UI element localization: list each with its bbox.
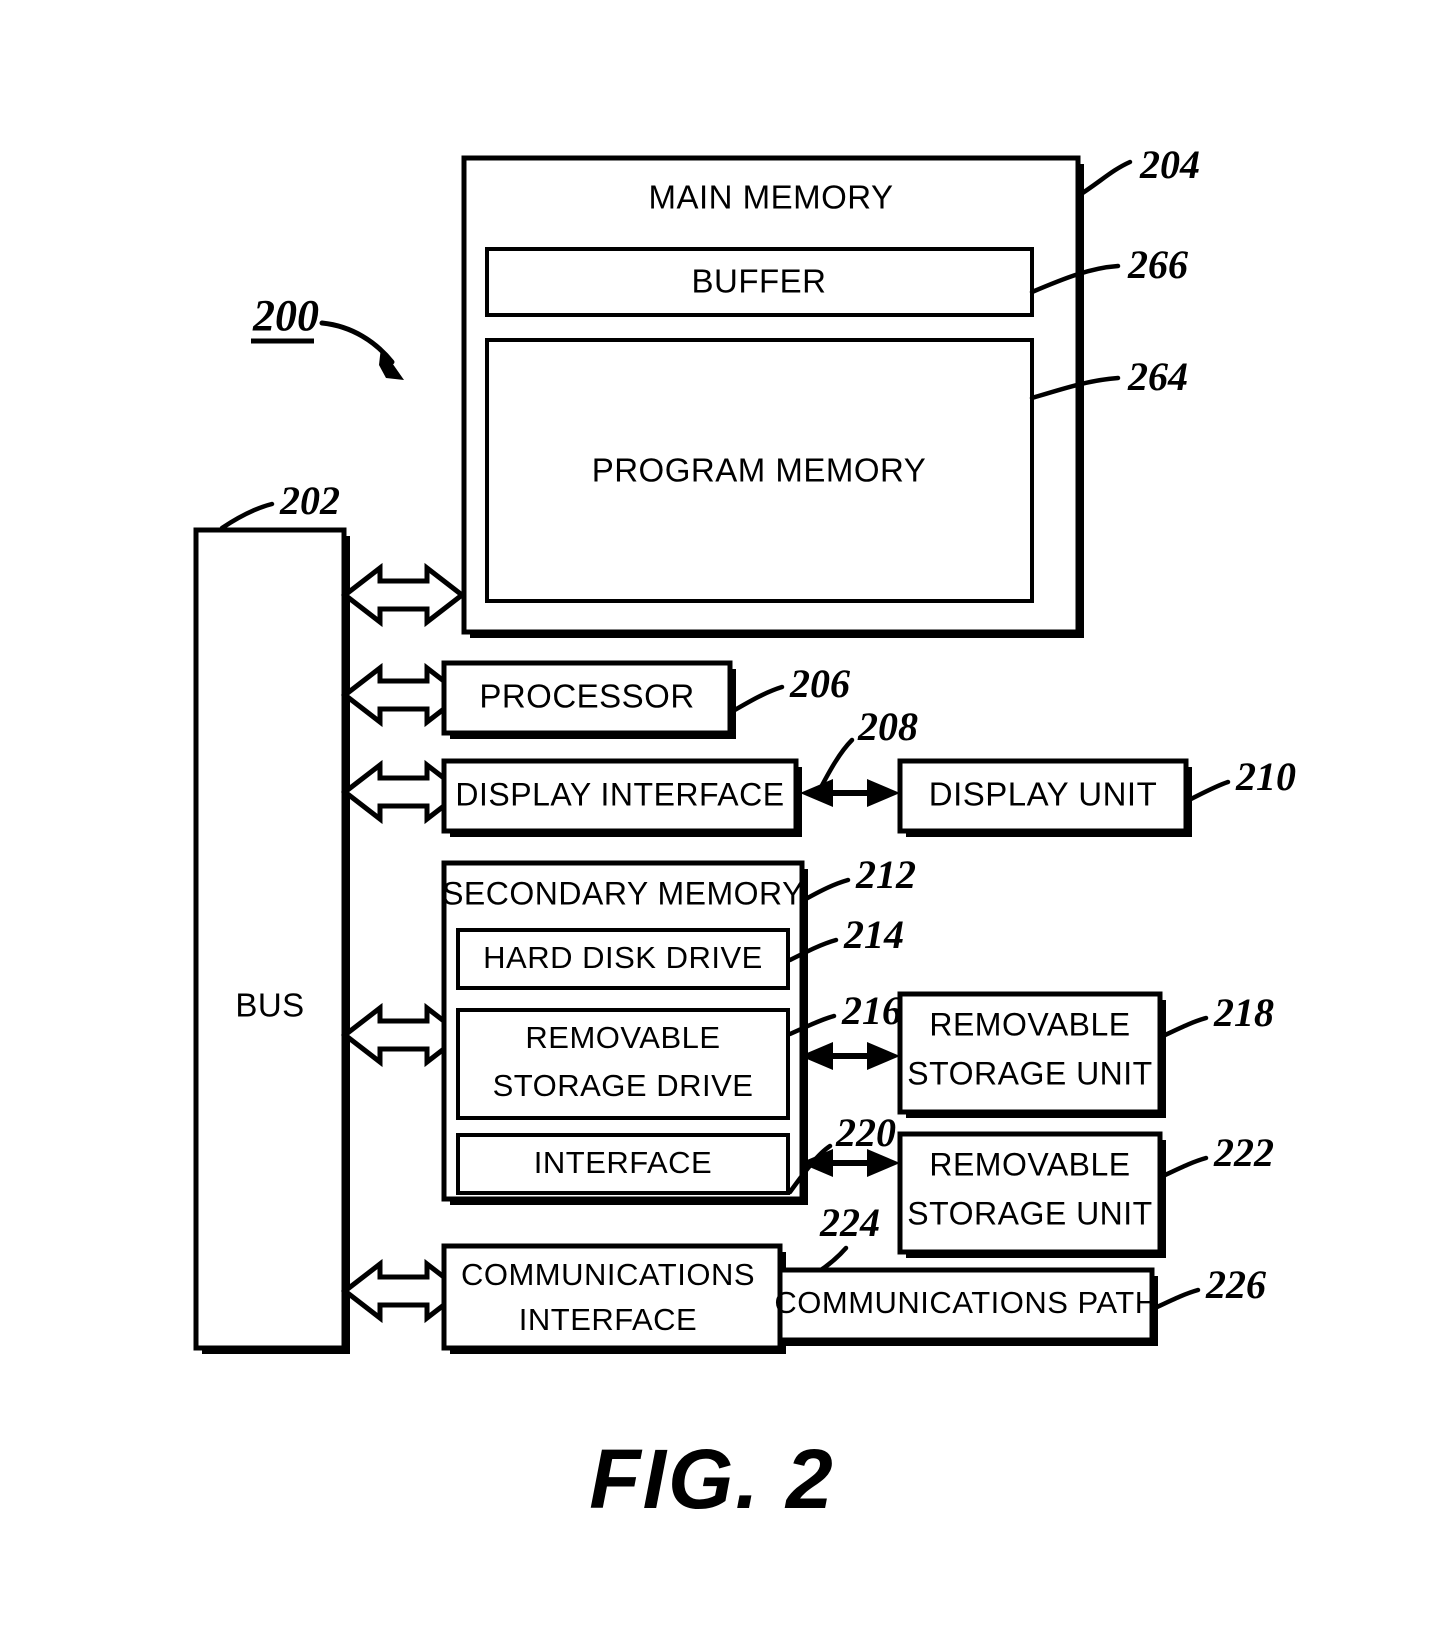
secondary-memory-label: SECONDARY MEMORY (442, 875, 804, 911)
ref-220: 220 (835, 1110, 896, 1155)
removable-storage-unit-1-label-2: STORAGE UNIT (907, 1055, 1152, 1091)
display-interface-label: DISPLAY INTERFACE (455, 776, 784, 812)
block-communications-path: COMMUNICATIONS PATH (774, 1267, 1158, 1346)
block-processor: PROCESSOR (441, 660, 736, 739)
ref-218: 218 (1213, 990, 1274, 1035)
removable-storage-unit-2-label-2: STORAGE UNIT (907, 1195, 1152, 1231)
communications-interface-label-2: INTERFACE (519, 1302, 697, 1337)
interface-label: INTERFACE (534, 1145, 712, 1180)
ref-208: 208 (857, 704, 918, 749)
leader-210 (1186, 779, 1231, 803)
ref-206: 206 (789, 661, 850, 706)
block-buffer: BUFFER (485, 247, 1034, 317)
ref-202: 202 (279, 478, 340, 523)
bus-box (193, 527, 347, 1351)
communications-path-label: COMMUNICATIONS PATH (774, 1285, 1157, 1320)
main-memory-label: MAIN MEMORY (648, 179, 893, 216)
ref-212: 212 (855, 852, 916, 897)
leader-206 (730, 684, 785, 714)
block-removable-storage-unit-1: REMOVABLE STORAGE UNIT (897, 991, 1166, 1118)
ref-216: 216 (841, 988, 902, 1033)
arrow-display-interface-display-unit (800, 779, 900, 807)
bus-label: BUS (235, 987, 304, 1024)
block-hard-disk-drive: HARD DISK DRIVE (456, 928, 790, 990)
ref-210: 210 (1235, 754, 1296, 799)
arrowhead-right (867, 1042, 900, 1070)
hard-disk-drive-label: HARD DISK DRIVE (483, 940, 763, 975)
ref-222: 222 (1213, 1130, 1274, 1175)
figure-canvas: MAIN MEMORY BUFFER PROGRAM MEMORY 204 26… (193, 142, 1296, 1526)
removable-storage-unit-2-label-1: REMOVABLE (929, 1146, 1130, 1182)
program-memory-label: PROGRAM MEMORY (592, 452, 927, 489)
figure-caption: FIG. 2 (589, 1432, 834, 1526)
block-interface: INTERFACE (456, 1133, 790, 1195)
block-display-interface: DISPLAY INTERFACE (441, 758, 802, 837)
arrow-removable-storage-drive-unit (800, 1042, 900, 1070)
block-program-memory: PROGRAM MEMORY (485, 338, 1034, 603)
leader-204 (1075, 159, 1133, 199)
leader-218 (1160, 1015, 1209, 1039)
removable-storage-drive-label-2: STORAGE DRIVE (493, 1068, 754, 1103)
ref-266: 266 (1127, 242, 1188, 287)
block-display-unit: DISPLAY UNIT (897, 758, 1192, 837)
ref-204: 204 (1139, 142, 1200, 187)
block-removable-storage-drive: REMOVABLE STORAGE DRIVE (456, 1008, 790, 1120)
block-bus: BUS (193, 527, 350, 1354)
ref-200-arrowhead (379, 347, 404, 380)
ref-264: 264 (1127, 354, 1188, 399)
leader-222 (1160, 1155, 1209, 1179)
ref-214: 214 (843, 912, 904, 957)
patent-figure-2: MAIN MEMORY BUFFER PROGRAM MEMORY 204 26… (0, 0, 1449, 1652)
ref-200: 200 (252, 291, 319, 340)
leader-226 (1152, 1287, 1201, 1311)
ref-224: 224 (819, 1200, 880, 1245)
block-removable-storage-unit-2: REMOVABLE STORAGE UNIT (897, 1131, 1166, 1258)
arrowhead-right (867, 779, 900, 807)
removable-storage-unit-1-label-1: REMOVABLE (929, 1006, 1130, 1042)
communications-interface-label-1: COMMUNICATIONS (461, 1257, 755, 1292)
ref-226: 226 (1205, 1262, 1266, 1307)
buffer-label: BUFFER (692, 263, 827, 300)
processor-label: PROCESSOR (479, 678, 694, 715)
arrow-bus-main-memory (340, 562, 467, 628)
leader-202 (219, 501, 275, 531)
leader-212 (801, 877, 851, 903)
system-reference-200: 200 (251, 291, 404, 380)
removable-storage-drive-label-1: REMOVABLE (525, 1020, 720, 1055)
block-communications-interface: COMMUNICATIONS INTERFACE (441, 1243, 786, 1354)
display-unit-label: DISPLAY UNIT (929, 776, 1158, 813)
arrowhead-left (800, 779, 833, 807)
